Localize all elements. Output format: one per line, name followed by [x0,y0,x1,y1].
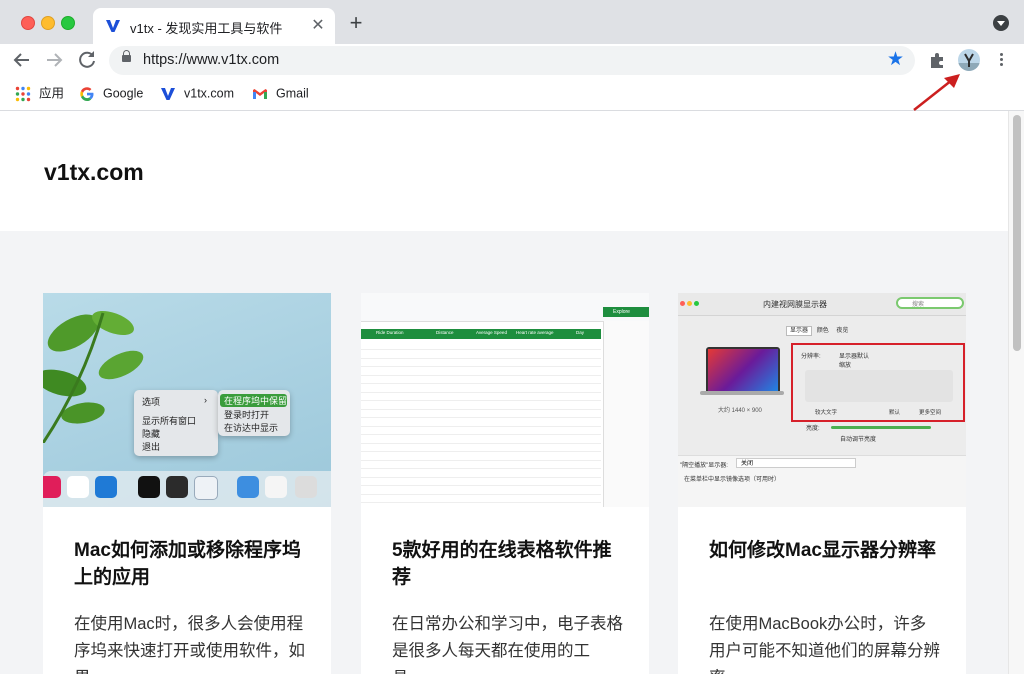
zoom-window-button[interactable] [61,16,75,30]
article-card[interactable]: Ride Duration Distance Average Speed Hea… [361,293,649,674]
extensions-puzzle-icon[interactable] [928,50,948,70]
profile-avatar[interactable] [958,49,980,71]
article-card[interactable]: 选项 › 显示所有窗口 隐藏 退出 在程序坞中保留 登录时打开 在访达中显示 M… [43,293,331,674]
slack-icon [67,476,89,498]
card-title[interactable]: 5款好用的在线表格软件推荐 [392,537,622,591]
bookmark-google[interactable]: Google [79,85,143,103]
browser-window: v1tx - 发现实用工具与软件 ✕ + https://www.v1tx.co… [0,0,1024,674]
explore-button: Explore [603,307,649,317]
vscode-icon [95,476,117,498]
folder-icon [237,476,259,498]
active-tab[interactable]: v1tx - 发现实用工具与软件 ✕ [93,8,335,44]
preview-icon [265,476,287,498]
page-viewport: v1tx.com 选项 › 显示所有窗口 隐藏 退出 在程序坞中保留 登录时打开… [0,111,1008,674]
activity-monitor-icon [166,476,188,498]
minimize-window-button[interactable] [41,16,55,30]
close-tab-icon[interactable]: ✕ [309,17,327,35]
macbook-illustration [706,347,780,395]
card-thumbnail[interactable]: 选项 › 显示所有窗口 隐藏 退出 在程序坞中保留 登录时打开 在访达中显示 [43,293,331,507]
prefs-footer: "隔空播放"显示器: 关闭 在菜单栏中显示镜像选项（可用时） [678,455,966,507]
prefs-tabs: 显示器 颜色 夜览 [786,325,851,336]
scrollbar-thumb[interactable] [1013,115,1021,351]
reload-icon[interactable] [75,48,99,72]
more-menu-icon[interactable] [995,52,1009,68]
google-icon [79,86,95,102]
v-logo-icon [106,20,120,32]
site-header: v1tx.com [0,111,1008,231]
back-icon[interactable] [10,48,34,72]
vertical-scrollbar[interactable] [1008,111,1024,674]
new-tab-button[interactable]: + [345,12,367,34]
card-title[interactable]: 如何修改Mac显示器分辨率 [709,537,939,564]
v-logo-icon [160,86,176,102]
gmail-icon [252,86,268,102]
card-thumbnail[interactable]: Ride Duration Distance Average Speed Hea… [361,293,649,507]
lock-icon[interactable] [122,50,131,62]
dock-bar [43,471,331,507]
forward-icon[interactable] [42,48,66,72]
url-text[interactable]: https://www.v1tx.com [143,52,279,68]
tab-strip: v1tx - 发现实用工具与软件 ✕ + [0,0,1024,44]
card-excerpt: 在日常办公和学习中，电子表格是很多人每天都在使用的工具…… [392,615,623,674]
tab-search-icon[interactable] [993,15,1009,31]
close-window-button[interactable] [21,16,35,30]
address-bar[interactable]: https://www.v1tx.com ★ [109,46,915,75]
dock-submenu: 在程序坞中保留 登录时打开 在访达中显示 [218,390,290,436]
bookmark-star-icon[interactable]: ★ [887,49,904,71]
bookmark-apps[interactable]: 应用 [15,85,64,103]
card-title[interactable]: Mac如何添加或移除程序坞上的应用 [74,537,304,591]
bookmarks-bar: 应用 Google v1tx.com Gmail [0,76,1024,111]
terminal-icon [138,476,160,498]
sheet-header-row: Ride Duration Distance Average Speed Hea… [361,329,601,339]
dock-context-menu: 选项 › 显示所有窗口 隐藏 退出 [134,390,218,456]
resolution-highlight: 分辨率: 显示器默认 缩放 较大文字 默认 更多空间 [791,343,965,422]
toolbar: https://www.v1tx.com ★ [0,44,1024,76]
trash-icon [295,476,317,498]
explore-panel [603,321,649,507]
sheet-row [361,494,601,503]
card-excerpt: 在使用MacBook办公时，许多用户可能不知道他们的屏幕分辨率…… [709,615,940,674]
card-excerpt: 在使用Mac时，很多人会使用程序坞来快速打开或使用软件，如果…… [74,615,305,674]
article-card[interactable]: 内建视网膜显示器 搜索 显示器 颜色 夜览 大约 1440 × 900 分辨率:… [678,293,966,674]
app-icon [43,476,61,498]
apps-grid-icon [15,86,31,102]
bookmark-gmail[interactable]: Gmail [252,85,309,103]
site-title[interactable]: v1tx.com [44,159,144,186]
bookmark-v1tx[interactable]: v1tx.com [160,85,234,103]
tab-title: v1tx - 发现实用工具与软件 [130,21,283,36]
console-icon [194,476,218,500]
card-thumbnail[interactable]: 内建视网膜显示器 搜索 显示器 颜色 夜览 大约 1440 × 900 分辨率:… [678,293,966,507]
prefs-titlebar: 内建视网膜显示器 搜索 [678,293,966,316]
